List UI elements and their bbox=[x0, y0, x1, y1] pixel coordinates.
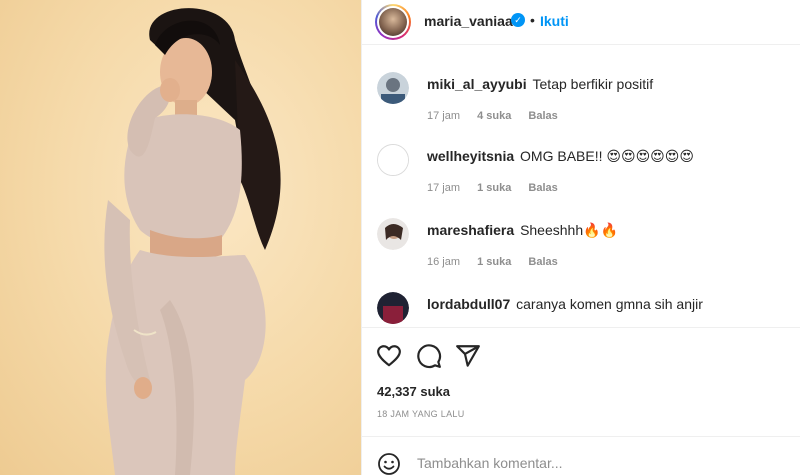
comment-username[interactable]: lordabdull07 bbox=[427, 296, 510, 312]
follow-button[interactable]: Ikuti bbox=[540, 13, 569, 29]
author-username[interactable]: maria_vaniaa bbox=[424, 13, 513, 29]
comment-item: lordabdull07 caranya komen gmna sih anji… bbox=[362, 266, 800, 324]
share-icon[interactable] bbox=[455, 343, 481, 369]
comment-list: miki_al_ayyubi Tetap berfikir positif 17… bbox=[362, 46, 800, 324]
comment-text: caranya komen gmna sih anjir bbox=[516, 296, 703, 312]
heart-icon[interactable] bbox=[376, 343, 402, 369]
post-timestamp: 18 JAM YANG LALU bbox=[377, 409, 465, 419]
comment-icon[interactable] bbox=[416, 343, 442, 369]
comment-text: OMG BABE!! 😍😍😍😍😍😍 bbox=[520, 148, 694, 164]
commenter-avatar[interactable] bbox=[377, 218, 409, 250]
comment-input[interactable] bbox=[417, 453, 787, 473]
comment-username[interactable]: mareshafiera bbox=[427, 222, 514, 238]
separator-dot: • bbox=[530, 12, 535, 28]
add-comment-bar bbox=[362, 436, 800, 475]
comment-username[interactable]: wellheyitsnia bbox=[427, 148, 514, 164]
post-side-panel: maria_vaniaa ✓ • Ikuti miki_al_ayyubi Te… bbox=[361, 0, 800, 475]
woman-figure-illustration bbox=[104, 8, 281, 475]
comment-text: Sheeshhh🔥🔥 bbox=[520, 222, 618, 238]
likes-count[interactable]: 42,337 suka bbox=[377, 384, 450, 399]
comment-item: wellheyitsnia OMG BABE!! 😍😍😍😍😍😍 17 jam 1… bbox=[362, 118, 800, 194]
commenter-avatar[interactable] bbox=[377, 144, 409, 176]
author-avatar[interactable] bbox=[375, 4, 411, 40]
post-header: maria_vaniaa ✓ • Ikuti bbox=[362, 0, 800, 45]
post-photo[interactable] bbox=[0, 0, 361, 475]
verified-icon: ✓ bbox=[511, 13, 525, 27]
emoji-icon[interactable] bbox=[377, 452, 401, 475]
comment-item: mareshafiera Sheeshhh🔥🔥 16 jam 1 suka Ba… bbox=[362, 192, 800, 268]
commenter-avatar[interactable] bbox=[377, 292, 409, 324]
comment-item: miki_al_ayyubi Tetap berfikir positif 17… bbox=[362, 46, 800, 122]
comment-text: Tetap berfikir positif bbox=[532, 76, 654, 92]
commenter-avatar[interactable] bbox=[377, 72, 409, 104]
comment-username[interactable]: miki_al_ayyubi bbox=[427, 76, 527, 92]
